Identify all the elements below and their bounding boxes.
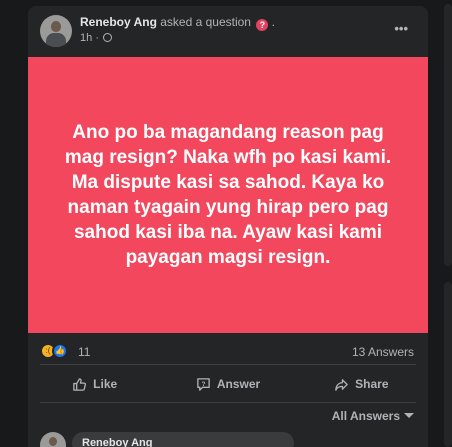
divider	[40, 402, 416, 403]
like-label: Like	[93, 377, 118, 391]
action-text: asked a question	[160, 15, 251, 29]
right-panel-strip	[440, 0, 452, 447]
sort-label: All Answers	[331, 409, 400, 423]
caret-down-icon	[404, 413, 414, 418]
share-arrow-icon	[335, 378, 348, 391]
post-time[interactable]: 1h	[80, 32, 92, 44]
question-card[interactable]: Ano po ba magandang reason pag mag resig…	[28, 57, 428, 333]
like-reaction-icon: 👍	[52, 343, 68, 359]
post-header: Reneboy Ang asked a question ? . 1h · ••…	[28, 6, 428, 56]
share-label: Share	[355, 377, 389, 391]
share-button[interactable]: Share	[295, 368, 428, 400]
commenter-avatar[interactable]	[40, 432, 66, 447]
svg-text:?: ?	[201, 380, 205, 387]
side-panel-bottom	[444, 282, 452, 447]
answer-label: Answer	[216, 377, 261, 391]
action-bar: Like ? Answer Share	[28, 368, 428, 400]
globe-icon	[103, 33, 113, 42]
meta-separator: ·	[95, 32, 99, 44]
author-avatar[interactable]	[40, 15, 72, 47]
like-button[interactable]: Like	[28, 368, 161, 400]
post-meta: 1h ·	[80, 32, 113, 44]
question-icon: ?	[256, 19, 269, 31]
reaction-icons[interactable]: :( 👍	[40, 343, 72, 359]
question-bubble-icon: ?	[197, 377, 210, 391]
divider	[40, 364, 416, 365]
question-text: Ano po ba magandang reason pag mag resig…	[64, 122, 392, 268]
thumbs-up-icon	[73, 377, 87, 391]
answer-button[interactable]: ? Answer	[161, 368, 294, 400]
reaction-count[interactable]: 11	[78, 345, 90, 359]
answers-count[interactable]: 13 Answers	[352, 345, 414, 359]
commenter-name[interactable]: Reneboy Ang	[82, 437, 153, 447]
side-panel-top	[444, 4, 452, 266]
author-line: Reneboy Ang asked a question ? .	[80, 15, 275, 31]
author-name[interactable]: Reneboy Ang	[80, 15, 157, 29]
period: .	[271, 15, 276, 29]
post-stats: :( 👍 11 13 Answers	[28, 336, 428, 364]
more-options-button[interactable]: •••	[394, 21, 408, 36]
comment-item: Reneboy Ang	[40, 432, 420, 447]
post-card: Reneboy Ang asked a question ? . 1h · ••…	[28, 6, 428, 447]
answers-sort-dropdown[interactable]: All Answers	[332, 409, 414, 423]
